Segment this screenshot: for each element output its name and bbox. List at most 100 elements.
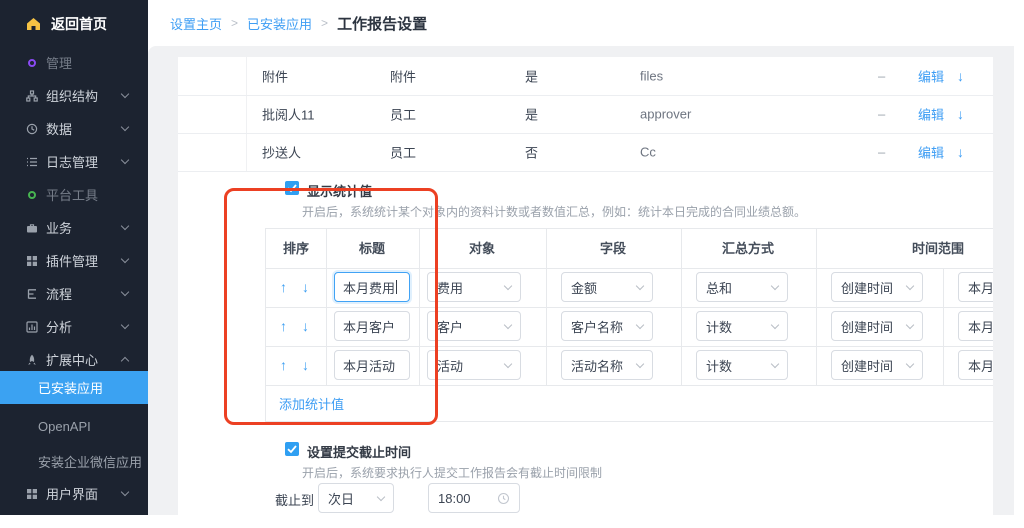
show-stats-label: 显示统计值 (307, 181, 372, 200)
column-border (943, 268, 944, 385)
ring-green-icon (26, 189, 38, 201)
show-stats-description: 开启后，系统统计某个对象内的资料计数或者数值汇总，例如：统计本日完成的合同业绩总… (302, 203, 806, 220)
breadcrumb-separator: > (321, 16, 328, 30)
content-area: 附件 附件 是 files – 编辑 ↓ 批阅人11 员工 是 approver… (148, 46, 1014, 515)
sidebar-item-business[interactable]: 业务 (0, 211, 148, 244)
stats-table: 排序 标题 对象 字段 汇总方式 时间范围 ↑ ↓ 本月费用 费用 金额 总和 … (265, 228, 993, 422)
chevron-up-icon (121, 357, 129, 365)
sort-down-button[interactable]: ↓ (302, 350, 309, 380)
sort-up-button[interactable]: ↑ (280, 272, 287, 302)
stat-title-input[interactable]: 本月客户 (334, 311, 410, 341)
row-border (266, 346, 993, 347)
sort-up-button[interactable]: ↑ (280, 350, 287, 380)
ui-grid-icon (26, 488, 38, 500)
home-icon (26, 17, 41, 31)
chart-icon (26, 321, 38, 333)
settings-card: 附件 附件 是 files – 编辑 ↓ 批阅人11 员工 是 approver… (178, 57, 993, 515)
header-field: 字段 (600, 229, 626, 268)
deadline-checkbox[interactable] (285, 442, 299, 456)
chevron-down-icon (504, 320, 512, 328)
time-range-select[interactable]: 本月 (958, 311, 993, 341)
move-down-icon[interactable]: ↓ (957, 106, 964, 122)
object-select[interactable]: 活动 (427, 350, 521, 380)
time-field-select[interactable]: 创建时间 (831, 350, 923, 380)
header-time-range: 时间范围 (912, 229, 964, 268)
field-dash: – (878, 145, 885, 160)
sidebar-item-workflow[interactable]: 流程 (0, 277, 148, 310)
check-icon (285, 442, 299, 456)
text-caret (396, 280, 397, 294)
field-select[interactable]: 金额 (561, 272, 653, 302)
chevron-down-icon (121, 321, 129, 329)
chevron-down-icon (121, 90, 129, 98)
breadcrumb-link-installed-apps[interactable]: 已安装应用 (247, 14, 312, 33)
time-field-select[interactable]: 创建时间 (831, 272, 923, 302)
grid-icon (26, 255, 38, 267)
object-select[interactable]: 客户 (427, 311, 521, 341)
field-row-attachment: 附件 附件 是 files – 编辑 ↓ (178, 57, 993, 95)
chevron-down-icon (121, 222, 129, 230)
sidebar-item-platform-tools[interactable]: 平台工具 (0, 178, 148, 211)
sidebar-item-org-structure[interactable]: 组织结构 (0, 79, 148, 112)
deadline-time-input[interactable]: 18:00 (428, 483, 520, 513)
edit-link[interactable]: 编辑 (918, 105, 944, 124)
breadcrumb-link-settings-home[interactable]: 设置主页 (170, 14, 222, 33)
page-title: 工作报告设置 (337, 13, 427, 34)
move-down-icon[interactable]: ↓ (957, 68, 964, 84)
sidebar-subitem-installed-apps[interactable]: 已安装应用 (0, 371, 148, 404)
ring-purple-icon (26, 57, 38, 69)
chevron-down-icon (121, 255, 129, 263)
aggregation-select[interactable]: 计数 (696, 350, 788, 380)
edit-link[interactable]: 编辑 (918, 67, 944, 86)
sort-down-button[interactable]: ↓ (302, 311, 309, 341)
row-border (266, 385, 993, 386)
chevron-down-icon (121, 123, 129, 131)
field-api-name: files (640, 69, 663, 84)
sidebar-subitem-openapi[interactable]: OpenAPI (0, 410, 148, 443)
sidebar-item-log-manage[interactable]: 日志管理 (0, 145, 148, 178)
field-dash: – (878, 69, 885, 84)
clock-icon (497, 492, 510, 505)
app-window: 返回首页 管理 组织结构 数据 日志管理 (0, 0, 1024, 528)
chevron-down-icon (377, 492, 385, 500)
field-name: 抄送人 (262, 143, 301, 162)
field-api-name: approver (640, 107, 691, 122)
sidebar-subitem-install-wecom-app[interactable]: 安装企业微信应用 (0, 445, 148, 478)
time-range-select[interactable]: 本月 (958, 272, 993, 302)
field-required: 是 (525, 105, 538, 124)
sidebar: 返回首页 管理 组织结构 数据 日志管理 (0, 0, 148, 515)
field-dash: – (878, 107, 885, 122)
sidebar-item-analysis[interactable]: 分析 (0, 310, 148, 343)
back-to-home-label: 返回首页 (51, 14, 107, 34)
stat-title-input[interactable]: 本月活动 (334, 350, 410, 380)
deadline-day-select[interactable]: 次日 (318, 483, 394, 513)
row-border (266, 307, 993, 308)
stat-title-input[interactable]: 本月费用 (334, 272, 410, 302)
sort-down-button[interactable]: ↓ (302, 272, 309, 302)
time-field-select[interactable]: 创建时间 (831, 311, 923, 341)
field-type: 员工 (390, 143, 416, 162)
sort-up-button[interactable]: ↑ (280, 311, 287, 341)
briefcase-icon (26, 222, 38, 234)
add-stat-link[interactable]: 添加统计值 (279, 394, 344, 413)
field-select[interactable]: 客户名称 (561, 311, 653, 341)
field-name: 附件 (262, 67, 288, 86)
header-aggregation: 汇总方式 (722, 229, 774, 268)
breadcrumb: 设置主页 > 已安装应用 > 工作报告设置 (170, 13, 427, 34)
sidebar-item-user-interface[interactable]: 用户界面 (0, 477, 148, 510)
sidebar-item-data[interactable]: 数据 (0, 112, 148, 145)
list-icon (26, 156, 38, 168)
edit-link[interactable]: 编辑 (918, 143, 944, 162)
field-name: 批阅人11 (262, 105, 315, 124)
aggregation-select[interactable]: 总和 (696, 272, 788, 302)
object-select[interactable]: 费用 (427, 272, 521, 302)
header-sort: 排序 (283, 229, 309, 268)
sidebar-item-manage[interactable]: 管理 (0, 46, 148, 79)
back-to-home-button[interactable]: 返回首页 (0, 8, 148, 40)
aggregation-select[interactable]: 计数 (696, 311, 788, 341)
move-down-icon[interactable]: ↓ (957, 144, 964, 160)
sidebar-item-plugins[interactable]: 插件管理 (0, 244, 148, 277)
show-stats-checkbox[interactable] (285, 181, 299, 195)
time-range-select[interactable]: 本月 (958, 350, 993, 380)
field-select[interactable]: 活动名称 (561, 350, 653, 380)
